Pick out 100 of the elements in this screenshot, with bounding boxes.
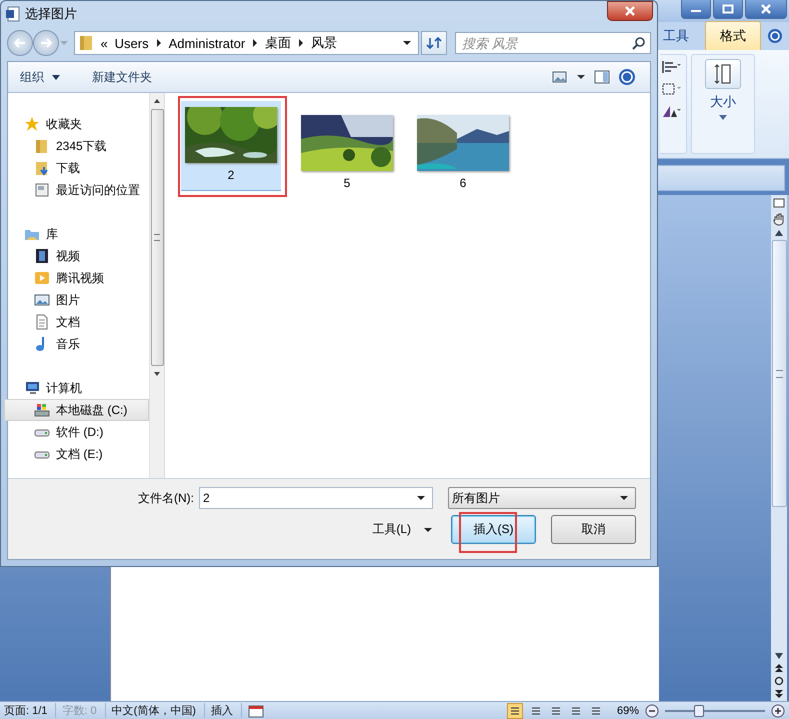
size-button[interactable] <box>705 59 741 89</box>
up-arrow-icon[interactable] <box>153 98 161 104</box>
group-label: 大小 <box>710 93 736 111</box>
sidebar-item[interactable]: 视频 <box>8 245 149 267</box>
up-arrow-icon[interactable] <box>774 229 784 237</box>
group-icon[interactable] <box>660 81 682 97</box>
sidebar-item[interactable]: 软件 (D:) <box>8 421 149 443</box>
close-icon <box>624 6 636 16</box>
zoom-level: 69% <box>616 704 639 716</box>
previous-page-icon[interactable] <box>774 663 784 673</box>
overflow-mark[interactable]: « <box>100 36 108 50</box>
size-icon <box>713 63 733 85</box>
search-icon[interactable] <box>632 36 646 50</box>
document-icon <box>34 314 50 330</box>
layout-icon <box>550 706 561 716</box>
preview-pane-icon[interactable] <box>594 70 610 84</box>
down-arrow-icon[interactable] <box>774 652 784 660</box>
folder-icon <box>34 138 50 154</box>
sidebar-item[interactable]: 文档 (E:) <box>8 443 149 465</box>
close-icon <box>760 4 772 14</box>
align-icon[interactable] <box>660 59 682 75</box>
help-icon[interactable] <box>618 68 636 86</box>
chevron-icon[interactable] <box>298 39 304 47</box>
status-text: 字数: 0 <box>62 703 106 718</box>
sidebar-item[interactable]: 图片 <box>8 289 149 311</box>
file-tile[interactable]: 2 <box>181 101 281 191</box>
scroll-thumb[interactable] <box>150 109 164 366</box>
file-name-field[interactable]: 2 <box>199 487 433 509</box>
sidebar-item[interactable]: 文档 <box>8 311 149 333</box>
breadcrumb-item[interactable]: Administrator <box>168 36 246 50</box>
caret-icon[interactable] <box>423 526 433 532</box>
status-text: 插入 <box>210 703 242 718</box>
folder-icon <box>79 35 94 51</box>
chevron-icon[interactable] <box>156 39 162 47</box>
refresh-button[interactable] <box>421 31 447 55</box>
back-button[interactable] <box>7 30 33 56</box>
breadcrumb-item[interactable]: Users <box>114 36 149 50</box>
sidebar-item[interactable]: 下载 <box>8 157 149 179</box>
caret-icon[interactable] <box>416 495 426 501</box>
scrollbar[interactable] <box>771 195 787 701</box>
zoom-in-icon[interactable] <box>771 704 785 718</box>
drive-icon <box>34 402 50 418</box>
sidebar-item[interactable]: 库 <box>8 223 149 245</box>
forward-button[interactable] <box>32 30 59 56</box>
sidebar-item[interactable]: 收藏夹 <box>8 113 149 135</box>
next-page-icon[interactable] <box>774 689 784 699</box>
dialog-button[interactable]: 插入(S) <box>451 515 536 544</box>
maximize-button[interactable] <box>713 0 743 19</box>
layout-icon <box>510 706 520 716</box>
minimize-button[interactable] <box>681 0 711 19</box>
view-button[interactable] <box>506 702 523 718</box>
file-type-select[interactable]: 所有图片 <box>448 487 636 509</box>
sidebar-item[interactable]: 音乐 <box>8 333 149 355</box>
caret-icon[interactable] <box>576 74 586 80</box>
new-folder-button[interactable]: 新建文件夹 <box>90 64 154 90</box>
ribbon-tab[interactable]: 格式 <box>705 21 761 50</box>
refresh-arrows-icon <box>426 36 442 50</box>
status-text: 页面: 1/1 <box>4 703 56 718</box>
zoom-out-icon[interactable] <box>645 704 659 718</box>
document-icon <box>5 6 21 22</box>
breadcrumb-item[interactable]: 桌面 <box>265 34 292 52</box>
caret-icon[interactable] <box>52 74 60 80</box>
sidebar-item[interactable]: 计算机 <box>8 377 149 399</box>
scroll-thumb[interactable] <box>772 240 786 507</box>
search-field[interactable]: 搜索 风景 <box>454 32 651 54</box>
file-name: 2 <box>228 168 234 182</box>
chevron-icon[interactable] <box>252 39 258 47</box>
organize-button[interactable]: 组织 <box>18 64 46 90</box>
recent-places-icon <box>34 182 50 198</box>
sidebar-item[interactable]: 最近访问的位置 <box>8 179 149 201</box>
scrollbar[interactable] <box>149 93 164 478</box>
breadcrumb-item[interactable]: 风景 <box>311 34 338 52</box>
layout-icon <box>570 706 581 716</box>
file-tile[interactable]: 5 <box>297 101 397 191</box>
download-folder-icon <box>34 160 50 176</box>
view-icon[interactable] <box>552 71 568 83</box>
help-icon[interactable] <box>767 28 783 44</box>
down-arrow-icon[interactable] <box>153 371 161 377</box>
caret-icon[interactable] <box>402 40 412 46</box>
file-name: 6 <box>460 176 466 190</box>
sidebar-item[interactable]: 腾讯视频 <box>8 267 149 289</box>
file-name: 5 <box>344 176 350 190</box>
close-button[interactable] <box>607 1 653 21</box>
caret-icon <box>619 495 629 501</box>
ruler-icon[interactable] <box>772 197 786 209</box>
sidebar-item[interactable]: 2345下载 <box>8 135 149 157</box>
picture-icon <box>34 292 50 308</box>
layout-icon <box>530 706 541 716</box>
calendar-icon[interactable] <box>248 704 264 718</box>
hand-icon[interactable] <box>772 212 786 226</box>
forward-arrow-icon <box>40 38 52 48</box>
window-title: 选择图片 <box>25 5 77 23</box>
tools-button[interactable]: 工具(L) <box>370 517 413 542</box>
file-tile[interactable]: 6 <box>413 101 513 191</box>
film-icon <box>34 248 50 264</box>
address-bar[interactable]: « Users Administrator 桌面 风景 <box>74 31 420 55</box>
close-button[interactable] <box>745 0 787 19</box>
dialog-button[interactable]: 取消 <box>551 515 636 544</box>
browse-object-icon[interactable] <box>774 676 784 686</box>
sidebar-item[interactable]: 本地磁盘 (C:) <box>4 399 149 421</box>
